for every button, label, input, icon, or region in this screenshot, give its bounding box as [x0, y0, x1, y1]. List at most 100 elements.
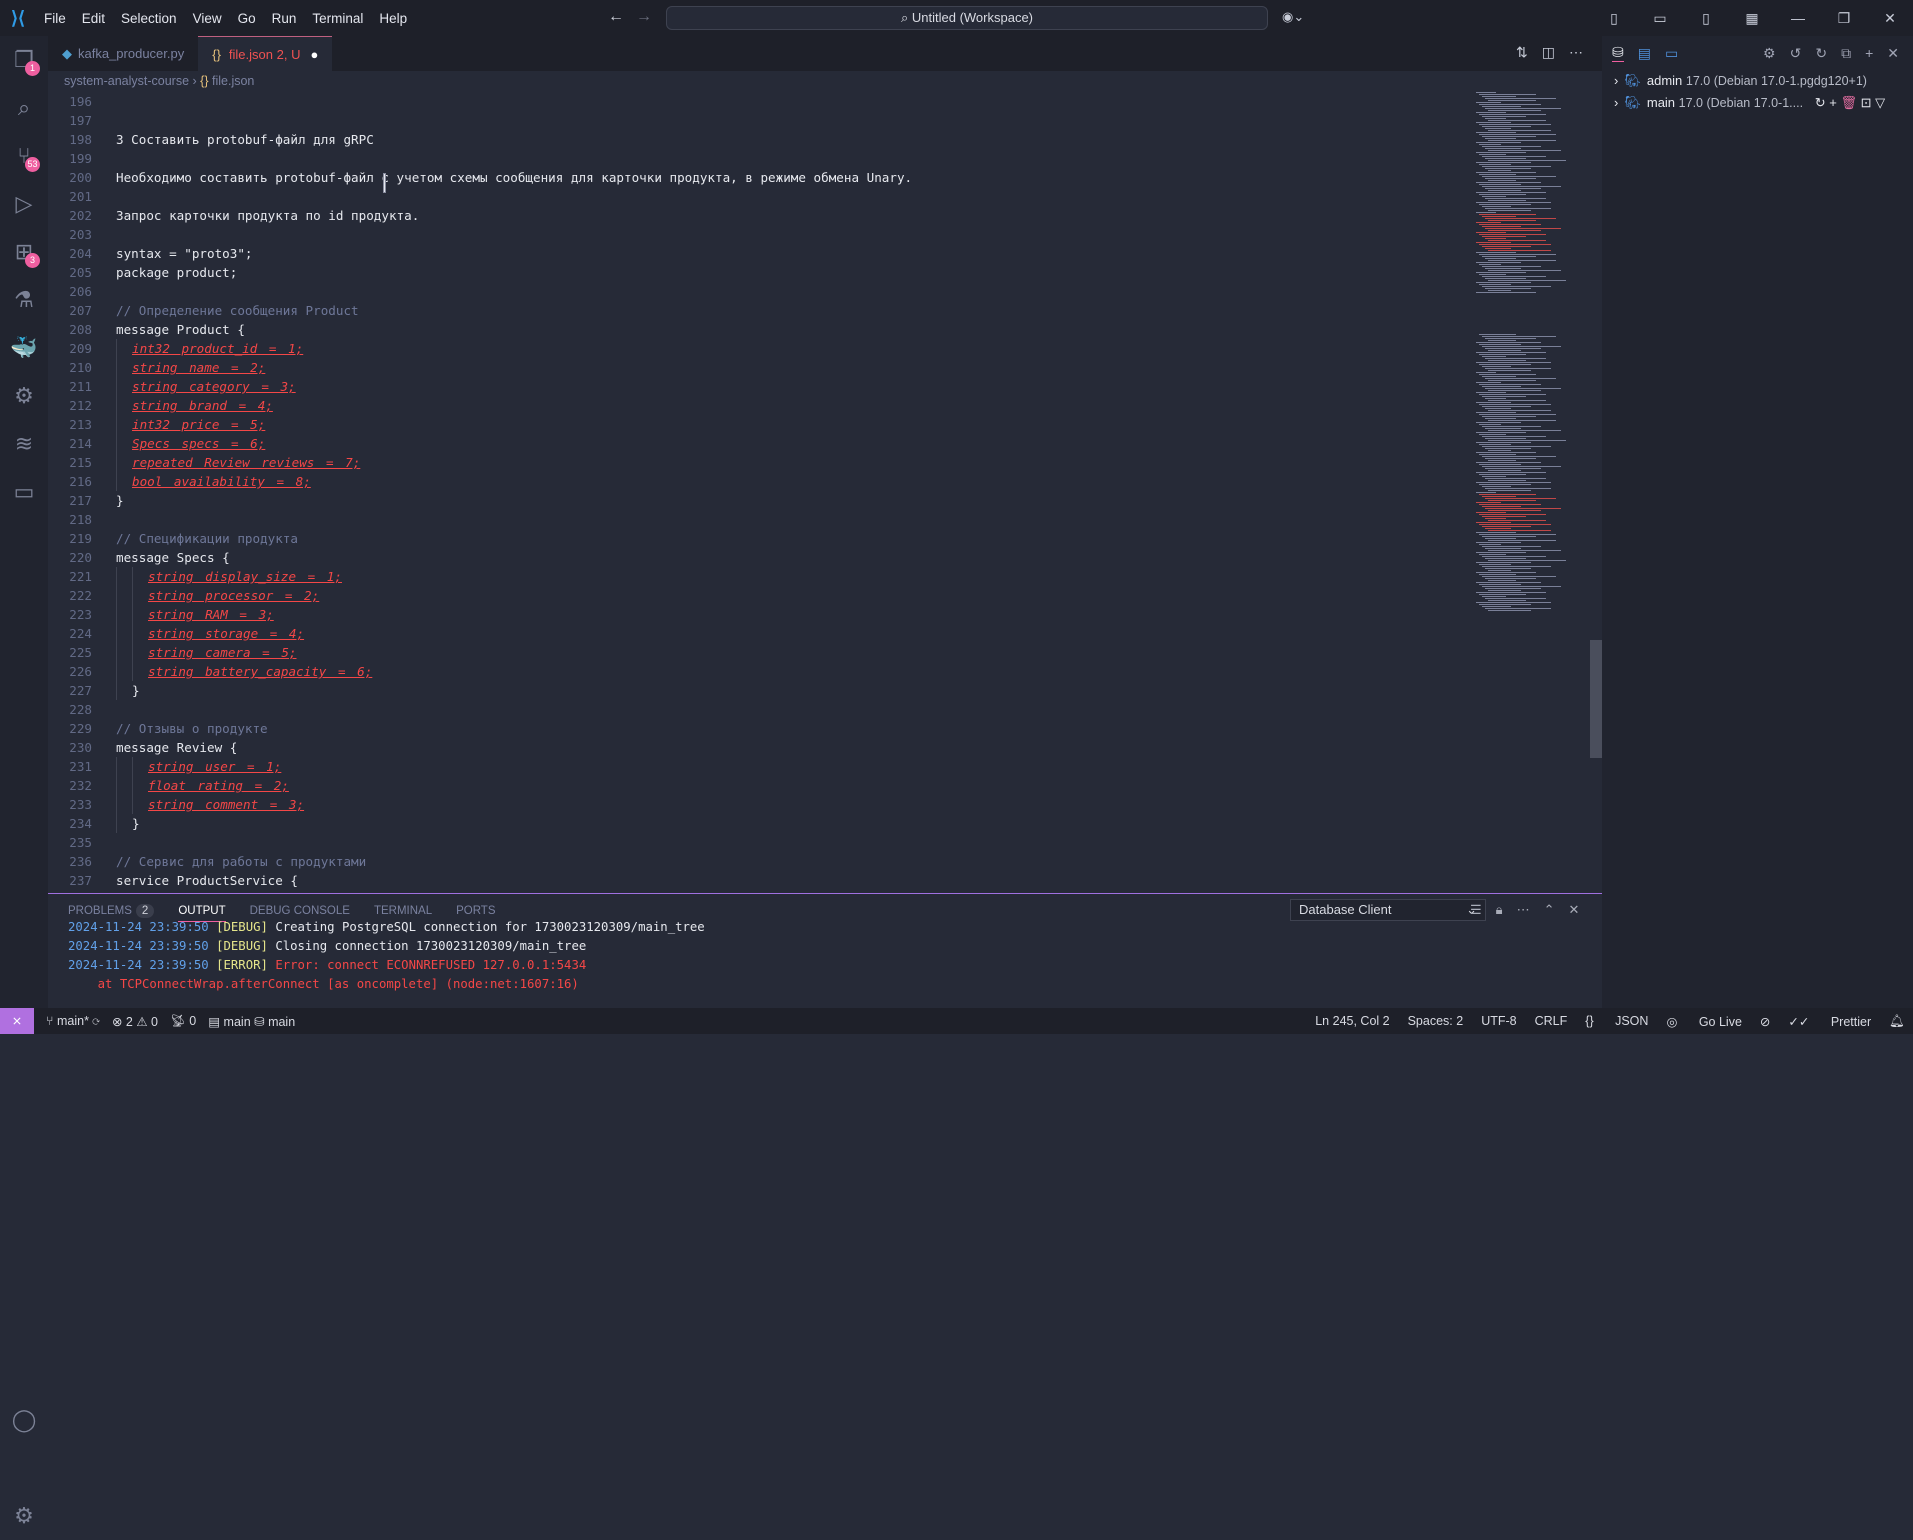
code-text: service ProductService { — [116, 873, 298, 888]
line-ending[interactable]: CRLF — [1535, 1014, 1568, 1028]
delete-icon[interactable]: 🗑︎ — [1840, 95, 1857, 110]
database-layers-icon[interactable]: ≋ — [0, 420, 48, 468]
add-icon[interactable]: + — [1865, 45, 1873, 61]
collapse-all-icon[interactable]: ⧉ — [1841, 45, 1851, 62]
minimap-line — [1488, 400, 1546, 401]
connection-main[interactable]: › 🐘︎ main 17.0 (Debian 17.0-1.... ↻ + 🗑︎ ⊡… — [1602, 92, 1913, 114]
branch-status[interactable]: ⑂ main* ⟳ — [46, 1014, 100, 1028]
tab-terminal[interactable]: TERMINAL — [374, 905, 432, 917]
output-channel-select[interactable]: Database Client ⌄ — [1290, 899, 1486, 921]
close-icon[interactable]: ✕ — [1887, 45, 1899, 62]
prettier-button[interactable]: ✓✓ Prettier — [1788, 1014, 1871, 1029]
language-mode[interactable]: {} JSON — [1585, 1014, 1648, 1028]
ports-status[interactable]: 📡︎ 0 — [170, 1014, 196, 1029]
toggle-secondary-sidebar-icon[interactable]: ▯ — [1683, 10, 1729, 27]
menu-go[interactable]: Go — [238, 11, 256, 26]
docker-icon[interactable]: 🐳 — [0, 324, 48, 372]
go-live-button[interactable]: ◎ Go Live — [1666, 1014, 1741, 1029]
search-icon[interactable]: ⌕ — [0, 84, 48, 132]
tab-file-json[interactable]: {} file.json 2, U ● — [198, 36, 333, 71]
refresh-icon[interactable]: ↻ — [1815, 45, 1827, 62]
remote-icon[interactable]: ⨯ — [0, 1008, 34, 1034]
encoding[interactable]: UTF-8 — [1481, 1014, 1516, 1028]
problems-status[interactable]: ⊗ 2 ⚠ 0 — [112, 1014, 158, 1029]
minimap-line — [1479, 574, 1516, 575]
extensions-icon[interactable]: ⊞ 3 — [0, 228, 48, 276]
tab-ports[interactable]: PORTS — [456, 905, 495, 917]
tab-problems[interactable]: PROBLEMS 2 — [68, 904, 155, 918]
refresh-icon[interactable]: ↻ — [1815, 95, 1826, 110]
vertical-scrollbar[interactable] — [1590, 92, 1602, 893]
line-content: bool availability = 8; — [92, 472, 311, 491]
minimap-line — [1476, 422, 1521, 423]
menu-run[interactable]: Run — [272, 11, 297, 26]
breadcrumb-folder[interactable]: system-analyst-course — [64, 74, 189, 88]
notifications-bell-icon[interactable]: 🔔︎ — [1889, 1014, 1905, 1029]
chat-icon[interactable]: ▭ — [1665, 45, 1678, 62]
line-number: 230 — [69, 740, 92, 755]
clear-output-icon[interactable]: ☰ — [1470, 902, 1482, 917]
explorer-icon[interactable]: ❐ 1 — [0, 36, 48, 84]
connection-admin[interactable]: › 🐘︎ admin 17.0 (Debian 17.0-1.pgdg120+1) — [1602, 70, 1913, 92]
minimap-line — [1488, 170, 1511, 171]
cursor-position[interactable]: Ln 245, Col 2 — [1315, 1014, 1389, 1028]
history-icon[interactable]: ↺ — [1790, 45, 1802, 62]
menu-edit[interactable]: Edit — [82, 11, 105, 26]
compare-icon[interactable]: ⇅ — [1516, 44, 1528, 60]
settings-gear-icon[interactable]: ⚙ — [0, 1492, 48, 1540]
forward-arrow-icon[interactable]: → — [636, 8, 652, 25]
database-icon[interactable]: ⛁ — [1612, 44, 1624, 62]
settings-icon[interactable]: ⚙ — [1763, 45, 1776, 62]
kubernetes-icon[interactable]: ⚙ — [0, 372, 48, 420]
toggle-sidebar-icon[interactable]: ▯ — [1591, 10, 1637, 27]
toggle-panel-icon[interactable]: ▭ — [1637, 10, 1683, 27]
close-icon[interactable]: ✕ — [1867, 10, 1913, 27]
minimap-line — [1485, 238, 1506, 239]
more-actions-icon[interactable]: ⋯ — [1569, 44, 1583, 60]
line-number: 212 — [69, 398, 92, 413]
code-line: 235 — [48, 833, 1470, 852]
menu-selection[interactable]: Selection — [121, 11, 177, 26]
copilot-icon[interactable]: ◉⌄ — [1282, 9, 1304, 25]
menu-terminal[interactable]: Terminal — [312, 11, 363, 26]
code-editor[interactable]: 196 197 198 3 Составить protobuf-файл для g… — [48, 92, 1470, 893]
status-bar: ⨯ ⑂ main* ⟳ ⊗ 2 ⚠ 0 📡︎ 0 ▤ main ⛁ main L… — [0, 1008, 1913, 1034]
command-center-search[interactable]: ⌕ Untitled (Workspace) — [666, 6, 1268, 30]
minimap-line — [1482, 286, 1551, 287]
terminal-icon[interactable]: ⊡ — [1861, 95, 1872, 110]
close-panel-icon[interactable]: ✕ — [1568, 902, 1579, 917]
tab-kafka-producer[interactable]: ◆ kafka_producer.py — [48, 36, 198, 71]
minimap-line — [1482, 396, 1526, 397]
sql-file-icon[interactable]: ▤ — [1638, 45, 1651, 62]
filter-icon[interactable]: ▽ — [1875, 95, 1885, 110]
minimap-line — [1485, 178, 1536, 179]
minimap-line — [1488, 180, 1516, 181]
copilot-status-icon[interactable]: ⊘ — [1760, 1014, 1770, 1029]
breadcrumb-file[interactable]: file.json — [212, 74, 254, 88]
indentation[interactable]: Spaces: 2 — [1408, 1014, 1464, 1028]
minimap-line — [1479, 414, 1556, 415]
db-status[interactable]: ▤ main ⛁ main — [208, 1014, 295, 1029]
minimap-line — [1488, 470, 1521, 471]
tab-debug-console[interactable]: DEBUG CONSOLE — [250, 905, 350, 917]
add-icon[interactable]: + — [1829, 95, 1837, 110]
restore-icon[interactable]: ❐ — [1821, 10, 1867, 27]
minimize-icon[interactable]: — — [1775, 10, 1821, 26]
testing-icon[interactable]: ⚗ — [0, 276, 48, 324]
maximize-panel-icon[interactable]: ⌃ — [1544, 902, 1555, 917]
chat-icon[interactable]: ▭ — [0, 468, 48, 516]
menu-view[interactable]: View — [193, 11, 222, 26]
more-icon[interactable]: ⋯ — [1517, 902, 1530, 917]
split-editor-icon[interactable]: ◫ — [1542, 44, 1555, 60]
minimap[interactable] — [1470, 92, 1590, 893]
account-icon[interactable]: ◯ — [0, 1396, 48, 1444]
lock-icon[interactable]: 🔒︎ — [1496, 902, 1503, 917]
scrollbar-thumb[interactable] — [1590, 640, 1602, 758]
menu-file[interactable]: File — [44, 11, 66, 26]
layout-icon[interactable]: ▦ — [1729, 10, 1775, 27]
unsaved-dot-icon[interactable]: ● — [310, 47, 318, 62]
source-control-icon[interactable]: ⑂ 53 — [0, 132, 48, 180]
back-arrow-icon[interactable]: ← — [608, 8, 624, 25]
menu-help[interactable]: Help — [379, 11, 407, 26]
run-debug-icon[interactable]: ▷ — [0, 180, 48, 228]
